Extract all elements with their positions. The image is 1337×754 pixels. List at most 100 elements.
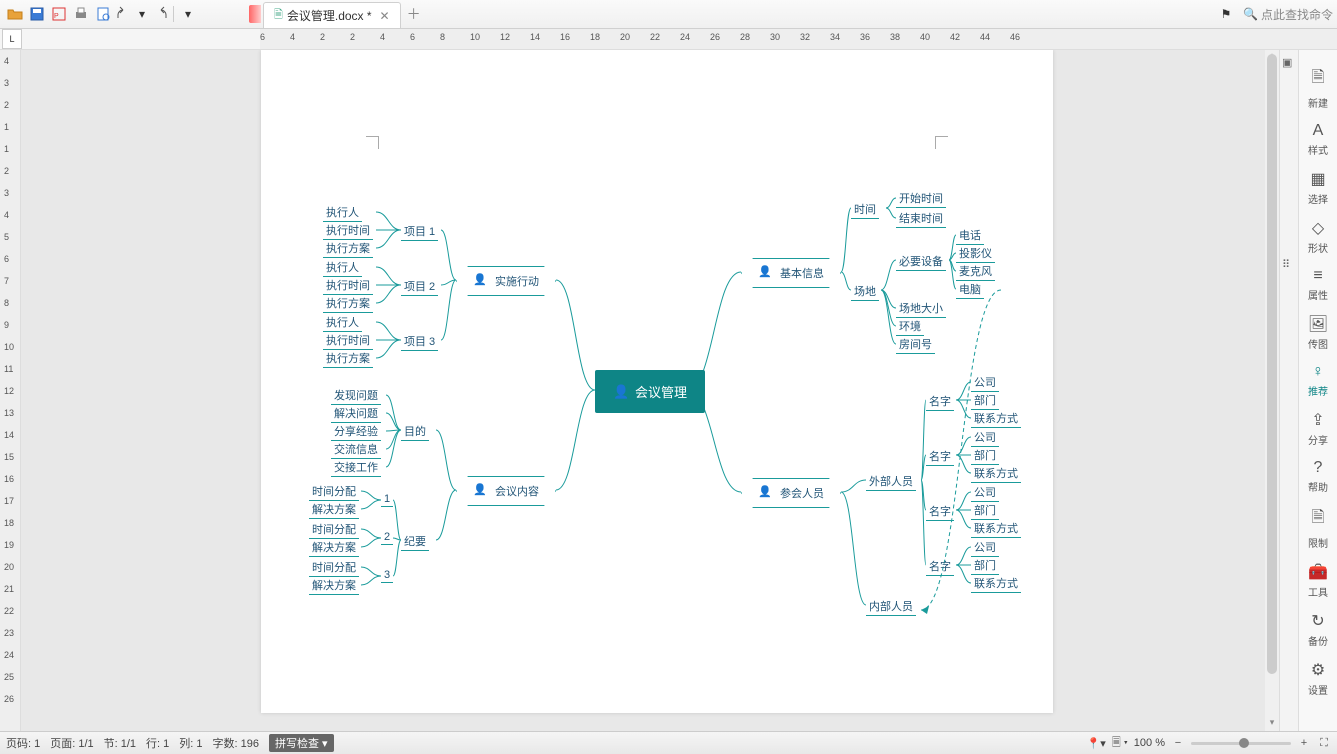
- document-tab[interactable]: 🗎 会议管理.docx * ✕: [263, 2, 401, 28]
- node-project-1[interactable]: 项目 1: [401, 222, 438, 241]
- fullscreen-icon[interactable]: ⛶: [1317, 736, 1331, 750]
- status-section[interactable]: 节: 1/1: [104, 735, 136, 751]
- node-project-2[interactable]: 项目 2: [401, 277, 438, 296]
- rpanel-备份[interactable]: ↻备份: [1300, 605, 1336, 654]
- save-pdf-icon[interactable]: P: [49, 4, 69, 24]
- node-name-0[interactable]: 名字: [926, 392, 954, 411]
- document-canvas[interactable]: 👤会议管理👤实施行动项目 1执行人执行时间执行方案项目 2执行人执行时间执行方案…: [21, 50, 1279, 731]
- zoom-out-button[interactable]: −: [1171, 736, 1185, 750]
- rpanel-设置[interactable]: ⚙设置: [1300, 654, 1336, 703]
- preview-icon[interactable]: [93, 4, 113, 24]
- vertical-ruler[interactable]: 4321123456789101112131415161718192021222…: [0, 50, 21, 731]
- node-name-1[interactable]: 名字: [926, 447, 954, 466]
- node-equip-1[interactable]: 投影仪: [956, 245, 995, 263]
- node-min-1-0[interactable]: 时间分配: [309, 521, 359, 539]
- node-attendees[interactable]: 👤参会人员: [741, 478, 841, 508]
- undo-icon[interactable]: [115, 4, 135, 24]
- node-purpose-1[interactable]: 解决问题: [331, 405, 381, 423]
- node-content[interactable]: 👤会议内容: [456, 476, 556, 506]
- node-external[interactable]: 外部人员: [866, 472, 916, 491]
- toolbar-overflow-icon[interactable]: ▾: [178, 4, 198, 24]
- node-name-2[interactable]: 名字: [926, 502, 954, 521]
- node-exec-2-1[interactable]: 执行时间: [323, 332, 373, 350]
- node-contact-0-1[interactable]: 部门: [971, 392, 999, 410]
- node-venue-2[interactable]: 房间号: [896, 336, 935, 354]
- node-contact-1-1[interactable]: 部门: [971, 447, 999, 465]
- node-venue[interactable]: 场地: [851, 282, 879, 301]
- node-venue-1[interactable]: 环境: [896, 318, 924, 336]
- print-icon[interactable]: [71, 4, 91, 24]
- scroll-down-icon[interactable]: ▾: [1265, 717, 1279, 731]
- node-minutes-1[interactable]: 1: [381, 492, 393, 507]
- node-minutes-3[interactable]: 3: [381, 568, 393, 583]
- save-icon[interactable]: [27, 4, 47, 24]
- zoom-in-button[interactable]: +: [1297, 736, 1311, 750]
- node-exec-2-2[interactable]: 执行方案: [323, 350, 373, 368]
- view-mode-icon[interactable]: 🗏 ▾: [1112, 734, 1128, 753]
- node-contact-3-0[interactable]: 公司: [971, 539, 999, 557]
- node-purpose-2[interactable]: 分享经验: [331, 423, 381, 441]
- node-contact-2-1[interactable]: 部门: [971, 502, 999, 520]
- node-min-0-1[interactable]: 解决方案: [309, 501, 359, 519]
- zoom-value[interactable]: 100 %: [1134, 737, 1165, 749]
- undo-dropdown-icon[interactable]: ▾: [137, 4, 147, 24]
- node-minutes-2[interactable]: 2: [381, 530, 393, 545]
- node-exec-1-2[interactable]: 执行方案: [323, 295, 373, 313]
- status-page[interactable]: 页面: 1/1: [50, 735, 93, 751]
- rpanel-选择[interactable]: ▦选择: [1300, 163, 1336, 212]
- node-purpose[interactable]: 目的: [401, 422, 429, 441]
- node-exec-0-1[interactable]: 执行时间: [323, 222, 373, 240]
- node-contact-2-0[interactable]: 公司: [971, 484, 999, 502]
- node-name-3[interactable]: 名字: [926, 557, 954, 576]
- node-exec-0-2[interactable]: 执行方案: [323, 240, 373, 258]
- rpanel-属性[interactable]: ≡属性: [1300, 261, 1336, 308]
- panel-toggle-icon[interactable]: ▣: [1282, 56, 1296, 70]
- horizontal-ruler[interactable]: L 64224681012141618202224262830323436384…: [0, 29, 1337, 50]
- node-exec-0-0[interactable]: 执行人: [323, 204, 362, 222]
- node-min-2-1[interactable]: 解决方案: [309, 577, 359, 595]
- rpanel-形状[interactable]: ◇形状: [1300, 212, 1336, 261]
- spellcheck-button[interactable]: 拼写检查 ▾: [269, 734, 334, 752]
- node-purpose-4[interactable]: 交接工作: [331, 459, 381, 477]
- node-equip-2[interactable]: 麦克风: [956, 263, 995, 281]
- insert-mode-icon[interactable]: 📍▾: [1087, 737, 1106, 750]
- node-venue-0[interactable]: 场地大小: [896, 300, 946, 318]
- node-contact-3-2[interactable]: 联系方式: [971, 575, 1021, 593]
- status-words[interactable]: 字数: 196: [213, 735, 259, 751]
- rpanel-新建[interactable]: 🗎新建: [1300, 60, 1336, 116]
- status-col[interactable]: 列: 1: [179, 735, 202, 751]
- flag-icon[interactable]: ⚑: [1216, 4, 1236, 24]
- node-contact-1-2[interactable]: 联系方式: [971, 465, 1021, 483]
- node-implement[interactable]: 👤实施行动: [456, 266, 556, 296]
- node-purpose-3[interactable]: 交流信息: [331, 441, 381, 459]
- node-equip-3[interactable]: 电脑: [956, 281, 984, 299]
- status-row[interactable]: 行: 1: [146, 735, 169, 751]
- rpanel-样式[interactable]: A样式: [1300, 116, 1336, 163]
- center-node[interactable]: 👤会议管理: [595, 370, 705, 413]
- rpanel-推荐[interactable]: ♀推荐: [1300, 357, 1336, 404]
- node-time[interactable]: 时间: [851, 200, 879, 219]
- node-exec-1-0[interactable]: 执行人: [323, 259, 362, 277]
- node-contact-0-0[interactable]: 公司: [971, 374, 999, 392]
- node-min-2-0[interactable]: 时间分配: [309, 559, 359, 577]
- node-project-3[interactable]: 项目 3: [401, 332, 438, 351]
- rpanel-分享[interactable]: ⇪分享: [1300, 404, 1336, 453]
- node-contact-1-0[interactable]: 公司: [971, 429, 999, 447]
- command-search[interactable]: 🔍 点此查找命令: [1243, 6, 1333, 23]
- redo-icon[interactable]: [149, 4, 169, 24]
- rpanel-传图[interactable]: 🖼传图: [1300, 308, 1336, 357]
- node-contact-2-2[interactable]: 联系方式: [971, 520, 1021, 538]
- node-exec-1-1[interactable]: 执行时间: [323, 277, 373, 295]
- node-exec-2-0[interactable]: 执行人: [323, 314, 362, 332]
- node-basic[interactable]: 👤基本信息: [741, 258, 841, 288]
- node-internal[interactable]: 内部人员: [866, 597, 916, 616]
- node-minutes[interactable]: 纪要: [401, 532, 429, 551]
- mindmap[interactable]: 👤会议管理👤实施行动项目 1执行人执行时间执行方案项目 2执行人执行时间执行方案…: [261, 50, 1053, 713]
- panel-collapse-icon[interactable]: ⠿: [1282, 258, 1296, 272]
- zoom-thumb[interactable]: [1239, 738, 1249, 748]
- node-purpose-0[interactable]: 发现问题: [331, 387, 381, 405]
- node-contact-0-2[interactable]: 联系方式: [971, 410, 1021, 428]
- rpanel-帮助[interactable]: ?帮助: [1300, 453, 1336, 500]
- rpanel-限制[interactable]: 🗎限制: [1300, 500, 1336, 556]
- node-equip-0[interactable]: 电话: [956, 227, 984, 245]
